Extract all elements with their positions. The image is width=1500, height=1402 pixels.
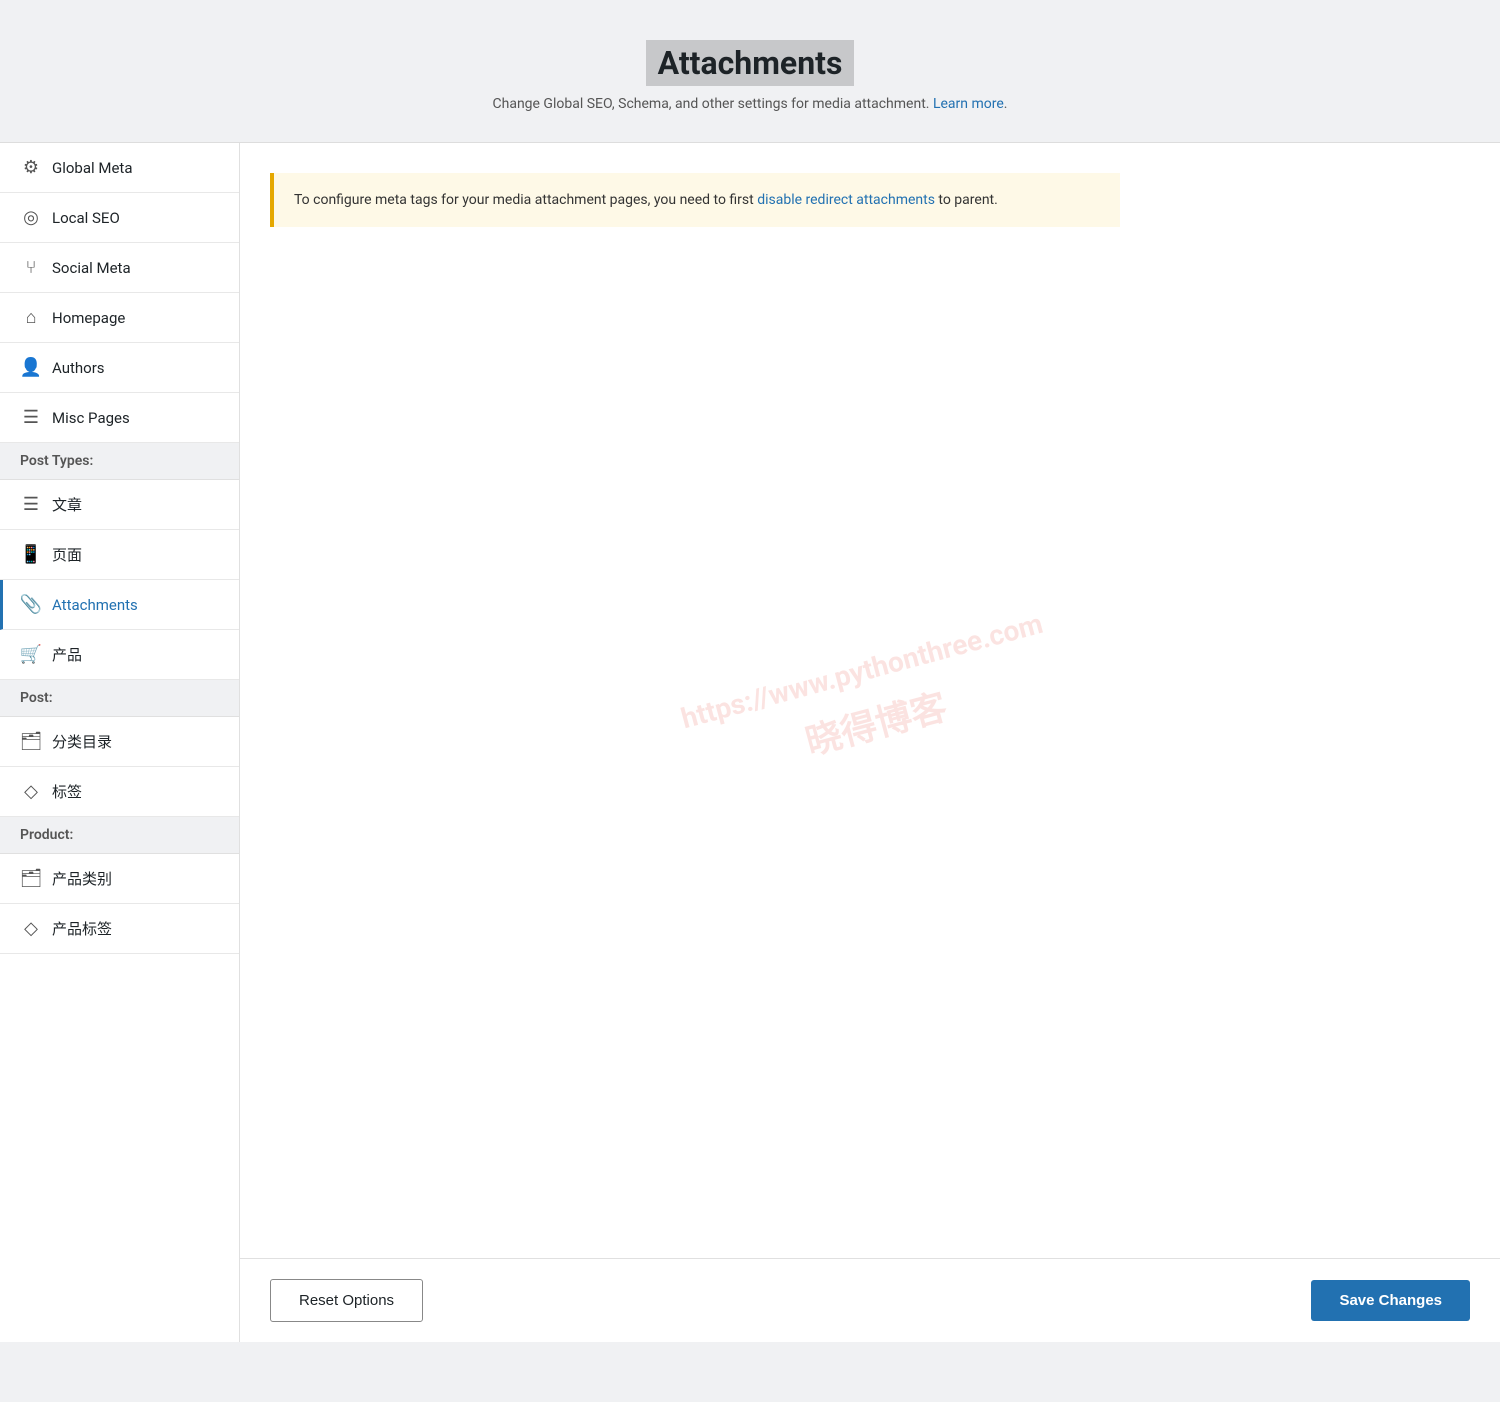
article-icon: ☰ (20, 494, 42, 515)
learn-more-link[interactable]: Learn more (933, 96, 1004, 112)
sidebar-item-authors[interactable]: 👤 Authors (0, 343, 239, 393)
notice-box: To configure meta tags for your media at… (270, 173, 1120, 227)
sidebar-item-homepage[interactable]: ⌂ Homepage (0, 293, 239, 343)
sidebar-item-pages[interactable]: 📱 页面 (0, 530, 239, 580)
sidebar-item-product-tag[interactable]: ◇ 产品标签 (0, 904, 239, 954)
sidebar-item-global-meta[interactable]: ⚙ Global Meta (0, 143, 239, 193)
sidebar-item-category[interactable]: 🗂 分类目录 (0, 717, 239, 767)
cart-icon: 🛒 (20, 644, 42, 665)
folder-product-icon: 🗂 (20, 868, 42, 889)
list-icon: ☰ (20, 407, 42, 428)
home-icon: ⌂ (20, 307, 42, 328)
section-header-post-types: Post Types: (0, 443, 239, 480)
reset-options-button[interactable]: Reset Options (270, 1279, 423, 1322)
sidebar: ⚙ Global Meta ◎ Local SEO ⑂ Social Meta … (0, 143, 240, 1342)
share-icon: ⑂ (20, 257, 42, 278)
page-title: Attachments (646, 40, 855, 86)
folder-icon: 🗂 (20, 731, 42, 752)
paperclip-icon: 📎 (20, 594, 42, 615)
section-header-product-tax: Product: (0, 817, 239, 854)
sidebar-item-attachments[interactable]: 📎 Attachments (0, 580, 239, 630)
gear-icon: ⚙ (20, 157, 42, 178)
main-container: ⚙ Global Meta ◎ Local SEO ⑂ Social Meta … (0, 142, 1500, 1342)
page-description: Change Global SEO, Schema, and other set… (20, 96, 1480, 112)
content-area: To configure meta tags for your media at… (240, 143, 1500, 1258)
people-icon: 👤 (20, 357, 42, 378)
page-header: Attachments Change Global SEO, Schema, a… (0, 0, 1500, 142)
save-changes-button[interactable]: Save Changes (1311, 1280, 1470, 1321)
sidebar-item-product-category[interactable]: 🗂 产品类别 (0, 854, 239, 904)
sidebar-item-articles[interactable]: ☰ 文章 (0, 480, 239, 530)
tag-icon: ◇ (20, 781, 42, 802)
phone-icon: 📱 (20, 544, 42, 565)
sidebar-item-products[interactable]: 🛒 产品 (0, 630, 239, 680)
watermark: https://www.pythonthree.com 晓得博客 (678, 606, 1063, 794)
location-icon: ◎ (20, 207, 42, 228)
sidebar-item-misc-pages[interactable]: ☰ Misc Pages (0, 393, 239, 443)
sidebar-item-social-meta[interactable]: ⑂ Social Meta (0, 243, 239, 293)
tag-product-icon: ◇ (20, 918, 42, 939)
section-header-post: Post: (0, 680, 239, 717)
footer-bar: Reset Options Save Changes (240, 1258, 1500, 1342)
sidebar-item-local-seo[interactable]: ◎ Local SEO (0, 193, 239, 243)
content-footer-wrap: To configure meta tags for your media at… (240, 143, 1500, 1342)
disable-redirect-link[interactable]: disable redirect attachments (757, 192, 935, 208)
sidebar-item-tag[interactable]: ◇ 标签 (0, 767, 239, 817)
